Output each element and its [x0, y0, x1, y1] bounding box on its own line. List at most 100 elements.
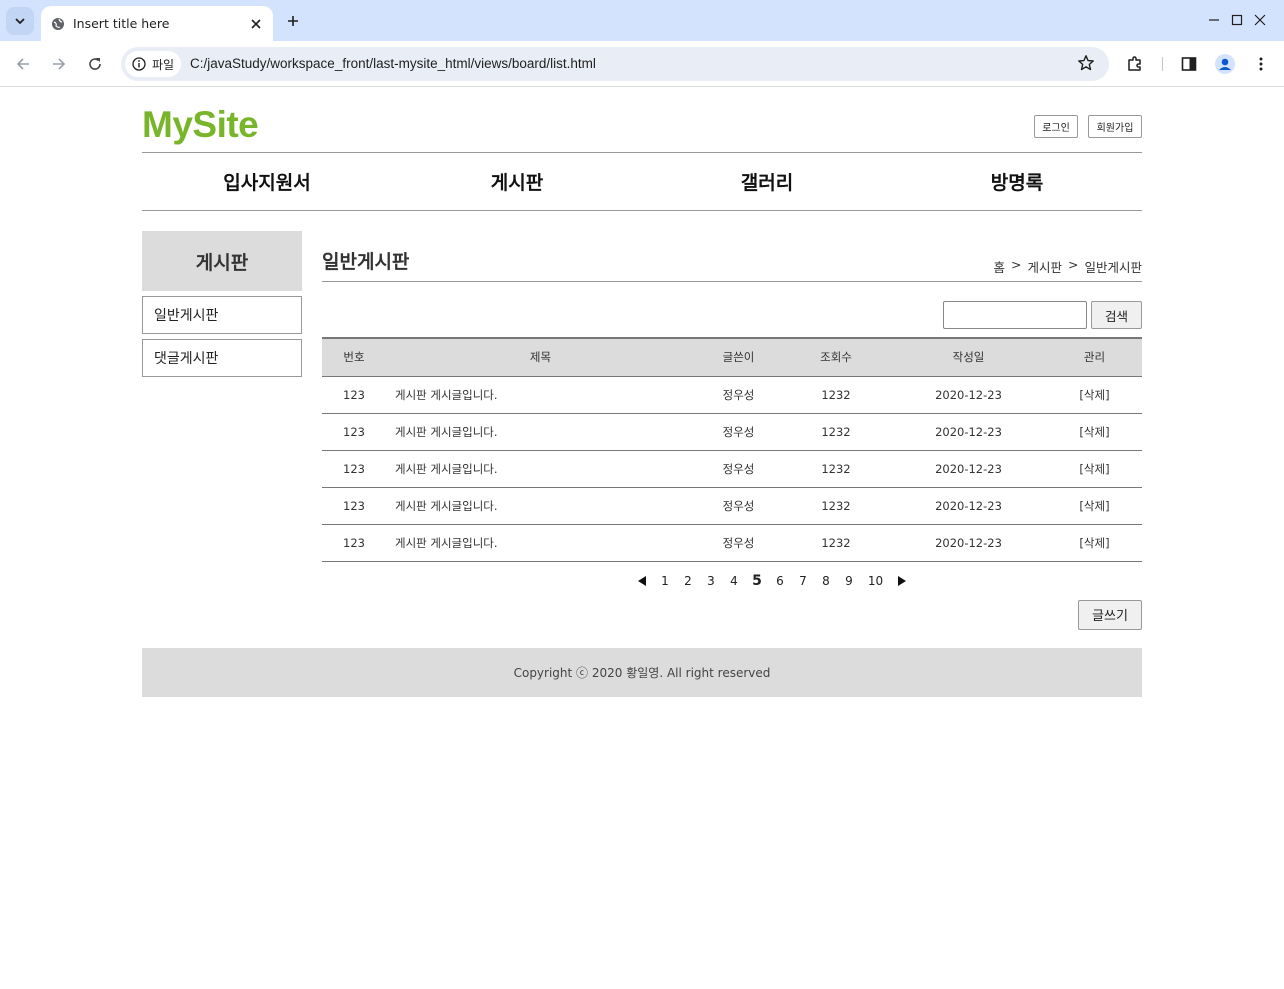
page-link[interactable]: 9: [838, 574, 861, 588]
delete-link[interactable]: [삭제]: [1047, 450, 1142, 487]
chevron-down-icon: [15, 18, 25, 25]
side-panel-icon: [1181, 57, 1197, 71]
breadcrumb: 홈 > 게시판 > 일반게시판: [993, 257, 1142, 276]
cell-title-link[interactable]: 게시판 게시글입니다.: [386, 487, 695, 524]
breadcrumb-home[interactable]: 홈: [993, 257, 1005, 276]
star-icon: [1078, 55, 1094, 71]
col-header-author: 글쓴이: [695, 337, 782, 377]
cell-date: 2020-12-23: [935, 387, 1002, 402]
page-link[interactable]: 3: [700, 574, 723, 588]
site-header: MySite 로그인 회원가입: [142, 88, 1142, 153]
sidebar-title: 게시판: [142, 231, 302, 291]
breadcrumb-board[interactable]: 게시판: [1027, 257, 1062, 276]
sidebar-item-comment-board[interactable]: 댓글게시판: [142, 339, 302, 377]
browser-tab[interactable]: Insert title here: [41, 6, 273, 41]
nav-item-board[interactable]: 게시판: [392, 153, 642, 210]
search-input[interactable]: [943, 301, 1087, 329]
forward-button[interactable]: [44, 49, 74, 79]
write-button[interactable]: 글쓰기: [1078, 599, 1142, 630]
page-link[interactable]: 8: [815, 574, 838, 588]
cell-views: 1232: [821, 535, 851, 550]
table-row: 123 게시판 게시글입니다. 정우성 1232 2020-12-23 [삭제]: [322, 376, 1142, 413]
reload-button[interactable]: [80, 49, 110, 79]
cell-views: 1232: [821, 424, 851, 439]
col-header-views: 조회수: [782, 337, 890, 377]
col-header-title: 제목: [386, 337, 695, 377]
site-logo[interactable]: MySite: [142, 104, 259, 146]
close-icon: [251, 18, 261, 29]
join-button[interactable]: 회원가입: [1088, 115, 1142, 138]
triangle-left-icon: [638, 575, 646, 586]
breadcrumb-separator: >: [1011, 257, 1022, 272]
cell-date: 2020-12-23: [935, 461, 1002, 476]
arrow-left-icon: [16, 58, 29, 70]
breadcrumb-separator: >: [1068, 257, 1079, 272]
reload-icon: [89, 58, 101, 70]
search-row: 검색: [322, 282, 1142, 337]
site-info-chip[interactable]: 파일: [125, 51, 181, 77]
side-panel-button[interactable]: [1174, 49, 1204, 79]
login-button[interactable]: 로그인: [1034, 115, 1078, 138]
cell-author: 정우성: [722, 535, 755, 550]
table-row: 123 게시판 게시글입니다. 정우성 1232 2020-12-23 [삭제]: [322, 487, 1142, 524]
page-link[interactable]: 7: [792, 574, 815, 588]
cell-author: 정우성: [722, 498, 755, 513]
col-header-number: 번호: [322, 337, 386, 377]
nav-item-apply[interactable]: 입사지원서: [142, 153, 392, 210]
cell-number: 123: [343, 387, 365, 402]
profile-button[interactable]: [1210, 49, 1240, 79]
new-tab-button[interactable]: [282, 10, 304, 32]
prev-page-button[interactable]: [632, 575, 654, 586]
close-tab-button[interactable]: [245, 13, 267, 35]
board-table: 번호 제목 글쓴이 조회수 작성일 관리 123 게시판 게시글입니다. 정우성…: [322, 337, 1142, 562]
info-icon: [132, 57, 146, 71]
puzzle-icon: [1128, 56, 1141, 71]
page-link[interactable]: 4: [723, 574, 746, 588]
page-link[interactable]: 10: [861, 574, 891, 588]
nav-item-guestbook[interactable]: 방명록: [892, 153, 1142, 210]
delete-link[interactable]: [삭제]: [1047, 524, 1142, 561]
breadcrumb-current: 일반게시판: [1084, 260, 1142, 275]
cell-title-link[interactable]: 게시판 게시글입니다.: [386, 524, 695, 561]
nav-item-gallery[interactable]: 갤러리: [642, 153, 892, 210]
delete-link[interactable]: [삭제]: [1047, 376, 1142, 413]
address-bar[interactable]: 파일 C:/javaStudy/workspace_front/last-mys…: [121, 47, 1109, 81]
close-icon: [1254, 14, 1266, 26]
menu-button[interactable]: [1246, 49, 1276, 79]
sidebar-item-general-board[interactable]: 일반게시판: [142, 296, 302, 334]
tab-search-button[interactable]: [6, 7, 34, 35]
table-row: 123 게시판 게시글입니다. 정우성 1232 2020-12-23 [삭제]: [322, 524, 1142, 561]
page-link-current[interactable]: 5: [746, 573, 769, 589]
back-button[interactable]: [8, 49, 38, 79]
next-page-button[interactable]: [891, 575, 913, 586]
extensions-button[interactable]: [1120, 49, 1150, 79]
globe-icon: [52, 17, 64, 30]
toolbar-divider: [1162, 57, 1163, 71]
cell-number: 123: [343, 424, 365, 439]
cell-number: 123: [343, 461, 365, 476]
cell-views: 1232: [821, 461, 851, 476]
url-text[interactable]: C:/javaStudy/workspace_front/last-mysite…: [190, 56, 596, 71]
table-row: 123 게시판 게시글입니다. 정우성 1232 2020-12-23 [삭제]: [322, 450, 1142, 487]
cell-title-link[interactable]: 게시판 게시글입니다.: [386, 376, 695, 413]
cell-views: 1232: [821, 387, 851, 402]
page-link[interactable]: 1: [654, 574, 677, 588]
bookmark-button[interactable]: [1077, 54, 1095, 76]
main-content: 일반게시판 홈 > 게시판 > 일반게시판 검색 번호 제목 글쓴이 조회수 작…: [322, 231, 1142, 650]
cell-title-link[interactable]: 게시판 게시글입니다.: [386, 450, 695, 487]
content-header: 일반게시판 홈 > 게시판 > 일반게시판: [322, 231, 1142, 282]
search-button[interactable]: 검색: [1091, 301, 1142, 329]
delete-link[interactable]: [삭제]: [1047, 413, 1142, 450]
cell-title-link[interactable]: 게시판 게시글입니다.: [386, 413, 695, 450]
kebab-menu-icon: [1259, 57, 1263, 71]
arrow-right-icon: [53, 58, 66, 70]
page-link[interactable]: 6: [769, 574, 792, 588]
page-link[interactable]: 2: [677, 574, 700, 588]
avatar-icon: [1215, 54, 1235, 74]
pagination: 1 2 3 4 5 6 7 8 9 10: [322, 562, 1142, 600]
close-window-button[interactable]: [1237, 6, 1283, 34]
cell-date: 2020-12-23: [935, 424, 1002, 439]
delete-link[interactable]: [삭제]: [1047, 487, 1142, 524]
cell-author: 정우성: [722, 461, 755, 476]
cell-date: 2020-12-23: [935, 498, 1002, 513]
